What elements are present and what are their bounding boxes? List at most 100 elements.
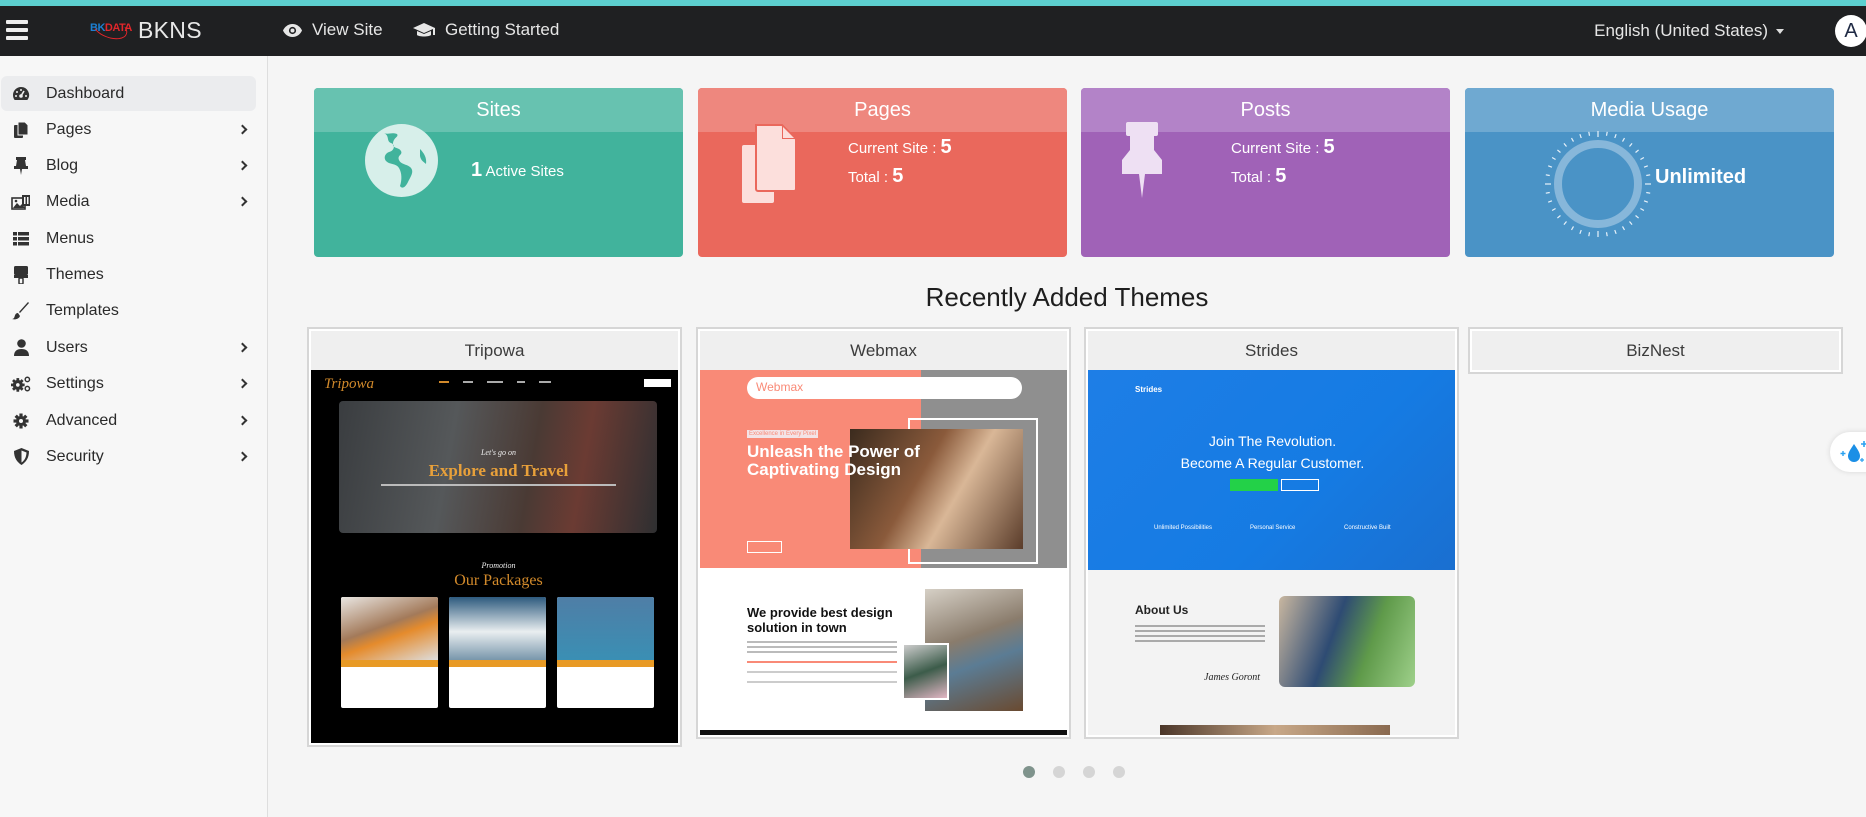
gauge-tick (1570, 137, 1575, 142)
water-drop-sparkle-icon (1840, 441, 1866, 462)
usage-gauge-icon (1545, 131, 1651, 237)
media-usage-card[interactable]: Media Usage Unlimited (1465, 88, 1834, 257)
theme-card-tripowa[interactable]: Tripowa Tripowa Let's go on Explore and … (307, 327, 682, 747)
preview-about-image (1279, 596, 1415, 687)
carousel-dot-4[interactable] (1113, 766, 1125, 778)
gauge-tick (1646, 191, 1651, 194)
sidebar-item-label: Users (46, 338, 88, 356)
sidebar-item-label: Advanced (46, 411, 118, 429)
pages-current-value: 5 (940, 136, 952, 158)
posts-current-value: 5 (1323, 136, 1335, 158)
logo-swoosh (89, 12, 131, 44)
theme-card-biznest[interactable]: BizNest (1468, 327, 1843, 374)
hamburger-icon-line (6, 36, 28, 40)
posts-total-stat: Total : 5 (1231, 165, 1286, 188)
gauge-tick (1563, 221, 1567, 225)
brand-logo[interactable]: BKDATA BKNS (89, 12, 202, 44)
view-site-link[interactable]: View Site (283, 20, 383, 40)
sidebar-item-media[interactable]: Media (1, 184, 256, 219)
preview-brand: Webmax (756, 380, 804, 394)
sidebar-item-label: Dashboard (46, 84, 125, 102)
chevron-right-icon (237, 451, 248, 462)
gauge-tick (1551, 156, 1556, 161)
carousel-dot-2[interactable] (1053, 766, 1065, 778)
getting-started-link[interactable]: Getting Started (413, 20, 559, 40)
pages-current-stat: Current Site : 5 (848, 136, 952, 159)
carousel-dot-3[interactable] (1083, 766, 1095, 778)
sidebar-item-dashboard[interactable]: Dashboard (1, 76, 256, 111)
sidebar-item-advanced[interactable]: Advanced (1, 403, 256, 438)
chevron-right-icon (237, 196, 248, 207)
preview-section-title: Our Packages (454, 572, 543, 589)
pages-card[interactable]: Pages Current Site : 5 Total : 5 (698, 88, 1067, 257)
hamburger-icon (6, 20, 28, 24)
preview-nav (439, 381, 551, 383)
sidebar-item-security[interactable]: Security (1, 439, 256, 474)
sidebar-item-settings[interactable]: Settings (1, 366, 256, 401)
gauge-tick (1570, 226, 1575, 231)
theme-card-strides[interactable]: Strides Strides Join The Revolution. Bec… (1084, 327, 1459, 739)
preview-about-title: About Us (1135, 603, 1189, 617)
preview-package-card (557, 597, 654, 708)
gauge-tick (1635, 215, 1639, 219)
floating-assistant-button[interactable] (1830, 432, 1866, 472)
preview-text-lines (1135, 625, 1265, 627)
pages-current-label: Current Site : (848, 140, 937, 157)
getting-started-label: Getting Started (445, 20, 560, 39)
posts-card[interactable]: Posts Current Site : 5 Total : 5 (1081, 88, 1450, 257)
carousel-pagination (1023, 766, 1125, 778)
sidebar-item-label: Menus (46, 229, 95, 247)
gauge-tick (1614, 133, 1617, 139)
cogs-icon (11, 374, 31, 394)
sidebar-item-themes[interactable]: Themes (1, 257, 256, 292)
theme-preview-webmax[interactable]: Webmax Excellence in Every Pixel Unleash… (700, 370, 1067, 735)
gauge-tick (1621, 137, 1626, 142)
chevron-right-icon (237, 160, 248, 171)
language-dropdown[interactable]: English (United States) (1594, 21, 1784, 41)
gauge-tick (1629, 143, 1633, 147)
active-sites-stat: 1 Active Sites (471, 159, 564, 182)
preview-section-kicker: Promotion (481, 561, 516, 570)
theme-preview-strides[interactable]: Strides Join The Revolution. Become A Re… (1088, 370, 1455, 735)
sites-card[interactable]: Sites 1 Active Sites (314, 88, 683, 257)
chevron-right-icon (237, 342, 248, 353)
user-avatar[interactable]: A (1835, 15, 1866, 47)
sidebar-item-pages[interactable]: Pages (1, 112, 256, 147)
preview-kicker: Excellence in Every Pixel (747, 430, 819, 438)
preview-cta-secondary (1281, 479, 1319, 491)
chevron-right-icon (237, 124, 248, 135)
sidebar-item-users[interactable]: Users (1, 330, 256, 365)
preview-button (747, 541, 782, 553)
theme-card-webmax[interactable]: Webmax Webmax Excellence in Every Pixel … (696, 327, 1071, 739)
media-usage-card-title: Media Usage (1465, 88, 1834, 132)
preview-feature: Personal Service (1250, 525, 1296, 531)
theme-name: Webmax (700, 331, 1067, 370)
pages-total-stat: Total : 5 (848, 165, 903, 188)
gauge-tick (1640, 207, 1645, 212)
preview-headline: Unleash the Power of Captivating Design (747, 442, 920, 479)
preview-package-card (341, 597, 438, 708)
preview-package-card (449, 597, 546, 708)
top-bar: BKDATA BKNS View Site Getting Started En… (0, 6, 1866, 56)
preview-section-title: We provide best design solution in town (747, 605, 893, 635)
preview-next-section-image (1160, 725, 1390, 735)
carousel-dot-1[interactable] (1023, 766, 1035, 778)
sidebar-item-blog[interactable]: Blog (1, 148, 256, 183)
preview-signature: James Goront (1204, 672, 1261, 683)
preview-feature: Constructive Built (1344, 525, 1391, 531)
preview-headline-1: Join The Revolution. (1208, 433, 1337, 449)
menu-toggle-button[interactable] (6, 20, 28, 40)
preview-footer-strip (700, 730, 1067, 735)
posts-current-stat: Current Site : 5 (1231, 136, 1335, 159)
preview-nav-item (539, 381, 551, 383)
gauge-tick (1563, 143, 1567, 147)
hamburger-icon-line (6, 28, 28, 32)
sidebar-item-menus[interactable]: Menus (1, 221, 256, 256)
gauge-tick (1643, 200, 1649, 203)
gauge-tick (1557, 215, 1561, 219)
gauge-tick (1646, 174, 1651, 177)
sidebar-item-templates[interactable]: Templates (1, 293, 256, 328)
theme-preview-tripowa[interactable]: Tripowa Let's go on Explore and Travel P… (311, 370, 678, 743)
gauge-tick (1551, 207, 1556, 212)
sidebar-item-label: Pages (46, 120, 92, 138)
